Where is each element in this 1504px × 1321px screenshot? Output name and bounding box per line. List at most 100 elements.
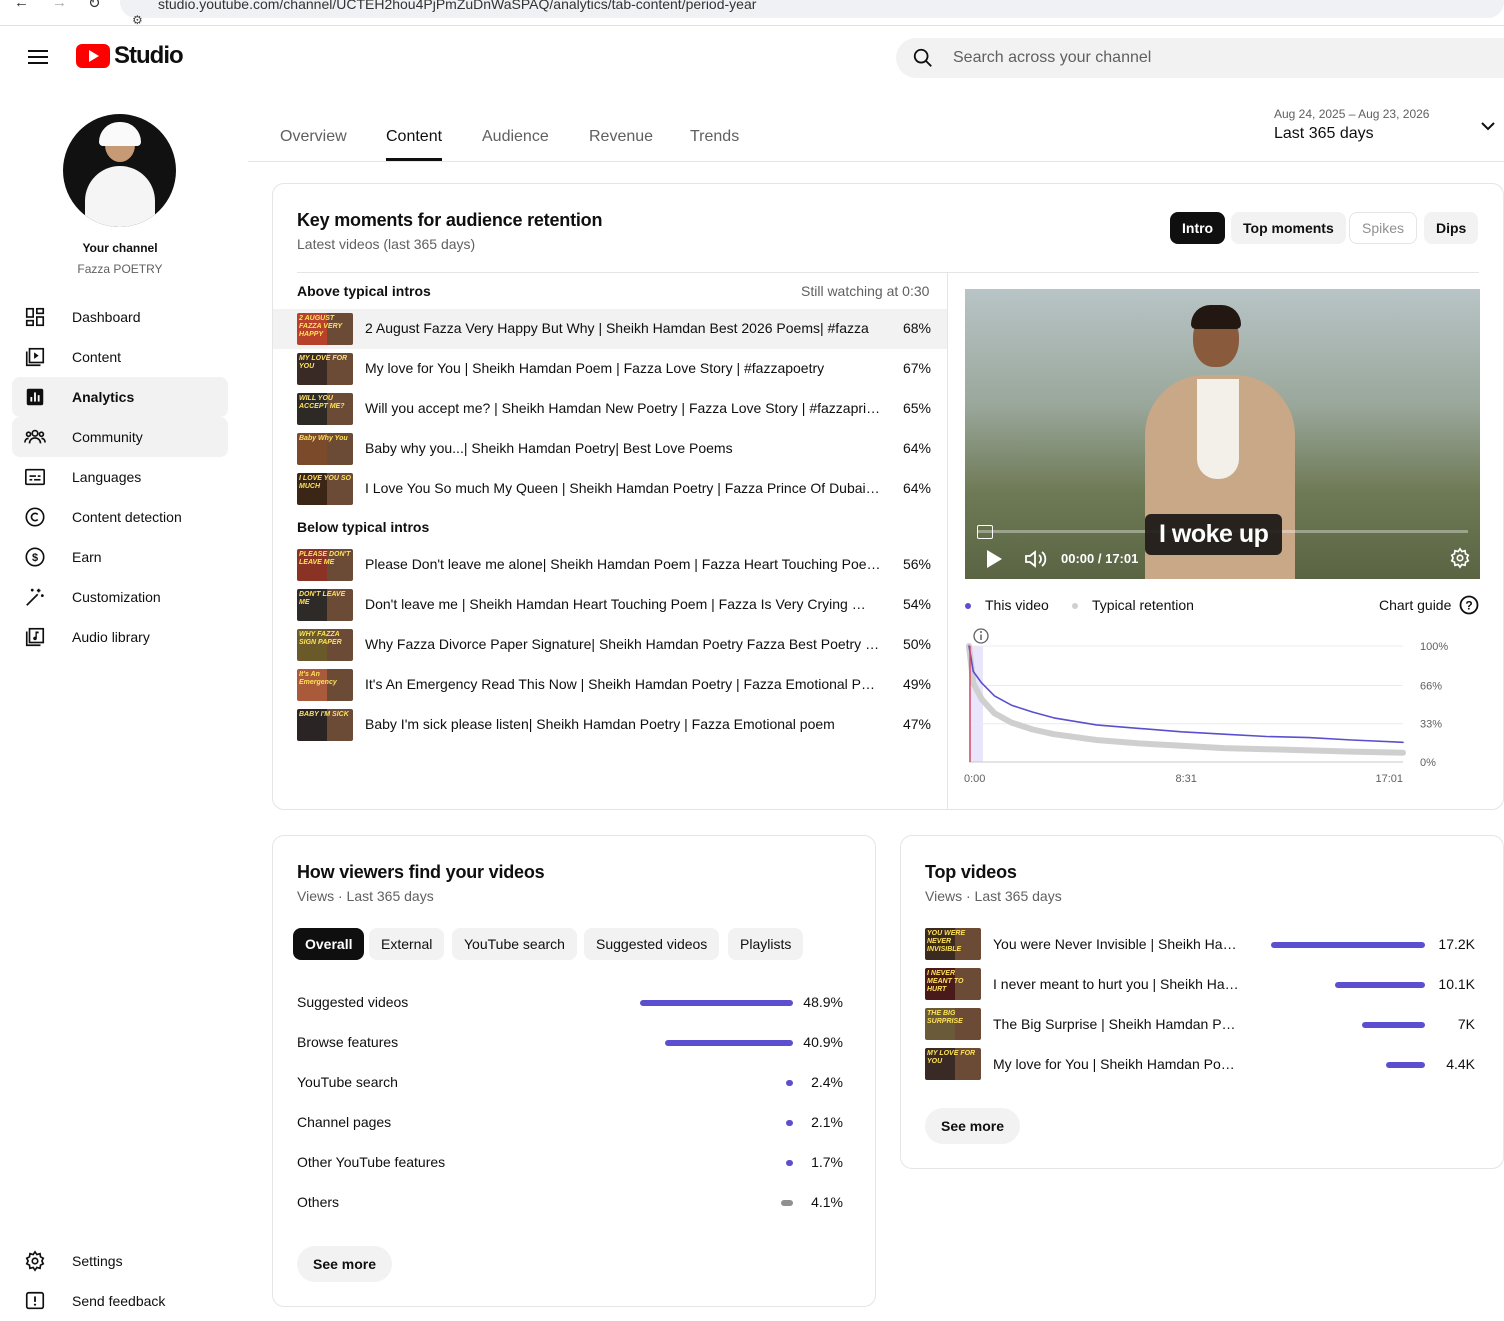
key-moment-row[interactable]: WILL YOU ACCEPT ME? Will you accept me? |… xyxy=(273,389,947,429)
above-typical-heading: Above typical intros xyxy=(297,283,431,299)
key-moment-row[interactable]: I LOVE YOU SO MUCH I Love You So much My … xyxy=(273,469,947,509)
video-thumbnail[interactable]: BABY I'M SICK xyxy=(297,709,353,741)
sidebar-item-languages[interactable]: Languages xyxy=(12,457,228,497)
traffic-source-label: Others xyxy=(297,1194,340,1210)
tab-overview[interactable]: Overview xyxy=(280,128,347,146)
video-thumbnail[interactable]: I LOVE YOU SO MUCH xyxy=(297,473,353,505)
chart-guide-link[interactable]: Chart guide xyxy=(1379,597,1451,613)
traffic-source-row[interactable]: Other YouTube features 1.7% xyxy=(297,1142,857,1182)
chip-youtube-search[interactable]: YouTube search xyxy=(452,928,577,960)
sidebar-item-analytics[interactable]: Analytics xyxy=(12,377,228,417)
channel-avatar[interactable] xyxy=(63,114,176,227)
video-title: It's An Emergency Read This Now | Sheikh… xyxy=(365,676,881,692)
sidebar-item-audio-library[interactable]: Audio library xyxy=(12,617,228,657)
search-icon xyxy=(913,48,932,67)
period-selector[interactable]: Aug 24, 2025 – Aug 23, 2026 Last 365 day… xyxy=(1274,107,1429,143)
video-settings-icon[interactable] xyxy=(1449,547,1471,569)
chip-intro[interactable]: Intro xyxy=(1170,212,1226,244)
key-moment-row[interactable]: WHY FAZZA SIGN PAPER Why Fazza Divorce Pa… xyxy=(273,625,947,665)
chip-playlists[interactable]: Playlists xyxy=(728,928,804,960)
key-moment-row[interactable]: BABY I'M SICK Baby I'm sick please listen… xyxy=(273,705,947,745)
thumbnail-text: BABY I'M SICK xyxy=(299,711,349,718)
video-player[interactable]: I woke up 00:00 / 17:01 xyxy=(965,289,1480,579)
video-title: Please Don't leave me alone| Sheikh Hamd… xyxy=(365,556,881,572)
video-title: I Love You So much My Queen | Sheikh Ham… xyxy=(365,480,881,496)
dollar-icon: $ xyxy=(25,547,45,567)
sidebar-item-community[interactable]: Community xyxy=(12,417,228,457)
retention-chart[interactable]: 100% 66% 33% 0% 0:00 8:31 17:01 xyxy=(961,624,1481,794)
top-video-row[interactable]: YOU WERE NEVER INVISIBLE You were Never I… xyxy=(925,924,1481,964)
retention-percent: 50% xyxy=(902,636,931,652)
key-moment-row[interactable]: It's An Emergency It's An Emergency Read … xyxy=(273,665,947,705)
key-moment-row[interactable]: 2 AUGUST FAZZA VERY HAPPY 2 August Fazza … xyxy=(273,309,947,349)
traffic-source-row[interactable]: Browse features 40.9% xyxy=(297,1022,857,1062)
address-bar[interactable]: ⚙ studio.youtube.com/channel/UCTEH2hou4P… xyxy=(120,0,1504,27)
video-thumbnail[interactable]: WHY FAZZA SIGN PAPER xyxy=(297,629,353,661)
video-thumbnail[interactable]: Baby Why You xyxy=(297,433,353,465)
thumbnail-text: MY LOVE FOR YOU xyxy=(927,1050,976,1065)
chevron-down-icon[interactable] xyxy=(1480,120,1496,132)
key-moment-row[interactable]: Baby Why You Baby why you...| Sheikh Hamd… xyxy=(273,429,947,469)
help-icon[interactable]: ? xyxy=(1459,595,1479,615)
retention-percent: 64% xyxy=(902,480,931,496)
video-thumbnail[interactable]: WILL YOU ACCEPT ME? xyxy=(297,393,353,425)
tab-trends[interactable]: Trends xyxy=(690,128,739,146)
chip-suggested-videos[interactable]: Suggested videos xyxy=(584,928,720,960)
views-value: 10.1K xyxy=(1438,976,1475,992)
chip-overall[interactable]: Overall xyxy=(293,928,365,960)
svg-text:$: $ xyxy=(32,552,38,564)
traffic-share-bar xyxy=(786,1160,793,1166)
studio-logo[interactable]: Studio xyxy=(76,42,184,70)
traffic-source-row[interactable]: Others 4.1% xyxy=(297,1182,857,1222)
key-moment-row[interactable]: DON'T LEAVE ME Don't leave me | Sheikh Ha… xyxy=(273,585,947,625)
channel-name: Fazza POETRY xyxy=(77,262,163,276)
top-video-row[interactable]: I NEVER MEANT TO HURT I never meant to hu… xyxy=(925,964,1481,1004)
tab-audience[interactable]: Audience xyxy=(482,128,549,146)
sidebar-item-content[interactable]: Content xyxy=(12,337,228,377)
sidebar-item-settings[interactable]: Settings xyxy=(12,1241,228,1281)
video-thumbnail[interactable]: YOU WERE NEVER INVISIBLE xyxy=(925,928,981,960)
traffic-share-bar xyxy=(640,1000,793,1006)
play-icon[interactable] xyxy=(987,550,1002,568)
back-icon[interactable]: ← xyxy=(14,0,29,11)
chip-dips[interactable]: Dips xyxy=(1424,212,1479,244)
top-videos-see-more-button[interactable]: See more xyxy=(925,1108,1021,1144)
reload-icon[interactable]: ↻ xyxy=(88,0,101,12)
tab-revenue[interactable]: Revenue xyxy=(589,128,653,146)
channel-title: Your channel xyxy=(82,241,158,255)
traffic-source-row[interactable]: Suggested videos 48.9% xyxy=(297,982,857,1022)
video-thumbnail[interactable]: 2 AUGUST FAZZA VERY HAPPY xyxy=(297,313,353,345)
traffic-source-row[interactable]: Channel pages 2.1% xyxy=(297,1102,857,1142)
volume-icon[interactable] xyxy=(1023,547,1049,571)
top-video-row[interactable]: MY LOVE FOR YOU My love for You | Sheikh … xyxy=(925,1044,1481,1084)
traffic-sources-card: How viewers find your videos Views · Las… xyxy=(272,835,876,1307)
video-thumbnail[interactable]: MY LOVE FOR YOU xyxy=(925,1048,981,1080)
sidebar-item-customization[interactable]: Customization xyxy=(12,577,228,617)
video-thumbnail[interactable]: DON'T LEAVE ME xyxy=(297,589,353,621)
video-thumbnail[interactable]: PLEASE DON'T LEAVE ME xyxy=(297,549,353,581)
search-input[interactable]: Search across your channel xyxy=(953,49,1151,67)
key-moment-row[interactable]: MY LOVE FOR YOU My love for You | Sheikh … xyxy=(273,349,947,389)
chip-spikes[interactable]: Spikes xyxy=(1349,212,1418,244)
sidebar-item-earn[interactable]: $ Earn xyxy=(12,537,228,577)
video-title: My love for You | Sheikh Hamdan Poem | F… xyxy=(365,360,825,376)
tab-content[interactable]: Content xyxy=(386,128,443,161)
sidebar-item-dashboard[interactable]: Dashboard xyxy=(12,297,228,337)
traffic-title: How viewers find your videos xyxy=(297,862,545,882)
sidebar-item-content-detection[interactable]: Content detection xyxy=(12,497,228,537)
video-thumbnail[interactable]: It's An Emergency xyxy=(297,669,353,701)
chip-external[interactable]: External xyxy=(369,928,445,960)
traffic-see-more-button[interactable]: See more xyxy=(297,1246,393,1282)
traffic-source-row[interactable]: YouTube search 2.4% xyxy=(297,1062,857,1102)
key-moment-row[interactable]: PLEASE DON'T LEAVE ME Please Don't leave … xyxy=(273,545,947,585)
traffic-share-value: 1.7% xyxy=(811,1154,843,1170)
video-thumbnail[interactable]: I NEVER MEANT TO HURT xyxy=(925,968,981,1000)
top-video-row[interactable]: THE BIG SURPRISE The Big Surprise | Sheik… xyxy=(925,1004,1481,1044)
video-thumbnail[interactable]: THE BIG SURPRISE xyxy=(925,1008,981,1040)
sidebar-item-send-feedback[interactable]: Send feedback xyxy=(12,1281,228,1321)
video-thumbnail[interactable]: MY LOVE FOR YOU xyxy=(297,353,353,385)
menu-icon[interactable] xyxy=(28,50,48,64)
search-bar[interactable]: Search across your channel xyxy=(896,38,1504,78)
forward-icon[interactable]: → xyxy=(52,0,67,11)
chip-top-moments[interactable]: Top moments xyxy=(1231,212,1346,244)
